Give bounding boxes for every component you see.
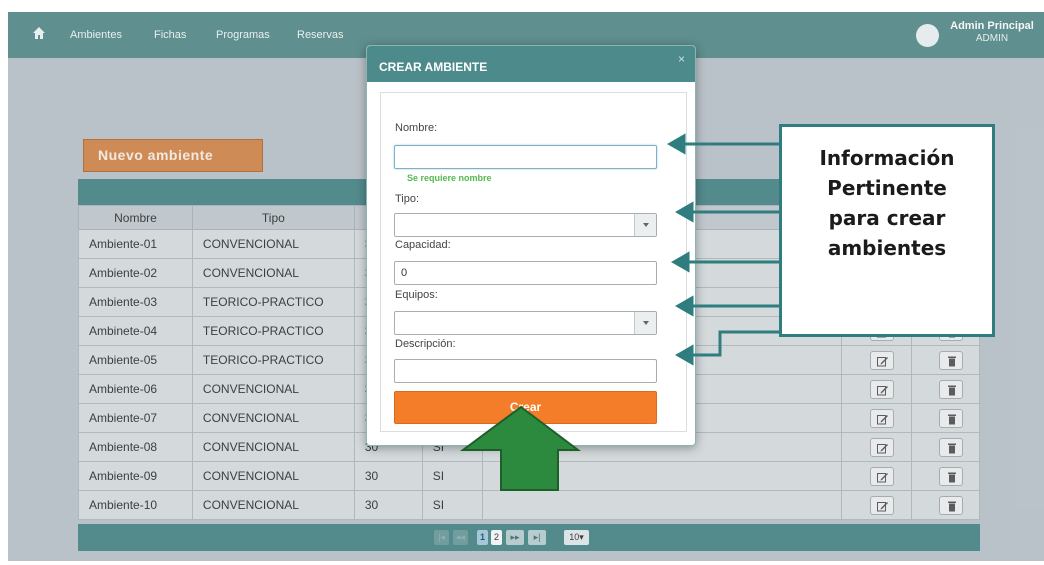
nav-ambientes[interactable]: Ambientes	[70, 29, 122, 41]
capacidad-label: Capacidad:	[395, 239, 451, 251]
annotation-text: Información Pertinente para crear ambien…	[782, 143, 992, 263]
nombre-error: Se requiere nombre	[407, 173, 492, 183]
annotation-box: Información Pertinente para crear ambien…	[779, 124, 995, 337]
tipo-select[interactable]	[394, 213, 657, 237]
user-name[interactable]: Admin Principal	[942, 20, 1042, 32]
annotation-line: ambientes	[827, 236, 947, 260]
capacidad-input[interactable]: 0	[394, 261, 657, 285]
avatar[interactable]	[916, 24, 939, 47]
equipos-label: Equipos:	[395, 289, 438, 301]
crear-ambiente-modal: CREAR AMBIENTE × Nombre: Se requiere nom…	[366, 45, 696, 446]
modal-header: CREAR AMBIENTE ×	[367, 46, 695, 82]
home-icon[interactable]	[32, 26, 46, 40]
descripcion-label: Descripción:	[395, 338, 456, 350]
nombre-label: Nombre:	[395, 122, 438, 134]
chevron-down-icon[interactable]	[634, 214, 656, 236]
nav-programas[interactable]: Programas	[216, 29, 270, 41]
nav-fichas[interactable]: Fichas	[154, 29, 186, 41]
close-icon[interactable]: ×	[678, 52, 685, 66]
user-role: ADMIN	[975, 33, 1009, 44]
equipos-select[interactable]	[394, 311, 657, 335]
descripcion-input[interactable]	[394, 359, 657, 383]
modal-title: CREAR AMBIENTE	[379, 60, 488, 74]
app-window: Ambientes Fichas Programas Reservas Admi…	[8, 12, 1044, 561]
annotation-line: Información	[819, 146, 955, 170]
annotation-line: para crear	[828, 206, 946, 230]
tipo-label: Tipo:	[395, 193, 420, 205]
crear-button[interactable]: Crear	[394, 391, 657, 424]
nombre-input[interactable]	[394, 145, 657, 169]
chevron-down-icon[interactable]	[634, 312, 656, 334]
annotation-line: Pertinente	[827, 176, 947, 200]
nav-reservas[interactable]: Reservas	[297, 29, 343, 41]
